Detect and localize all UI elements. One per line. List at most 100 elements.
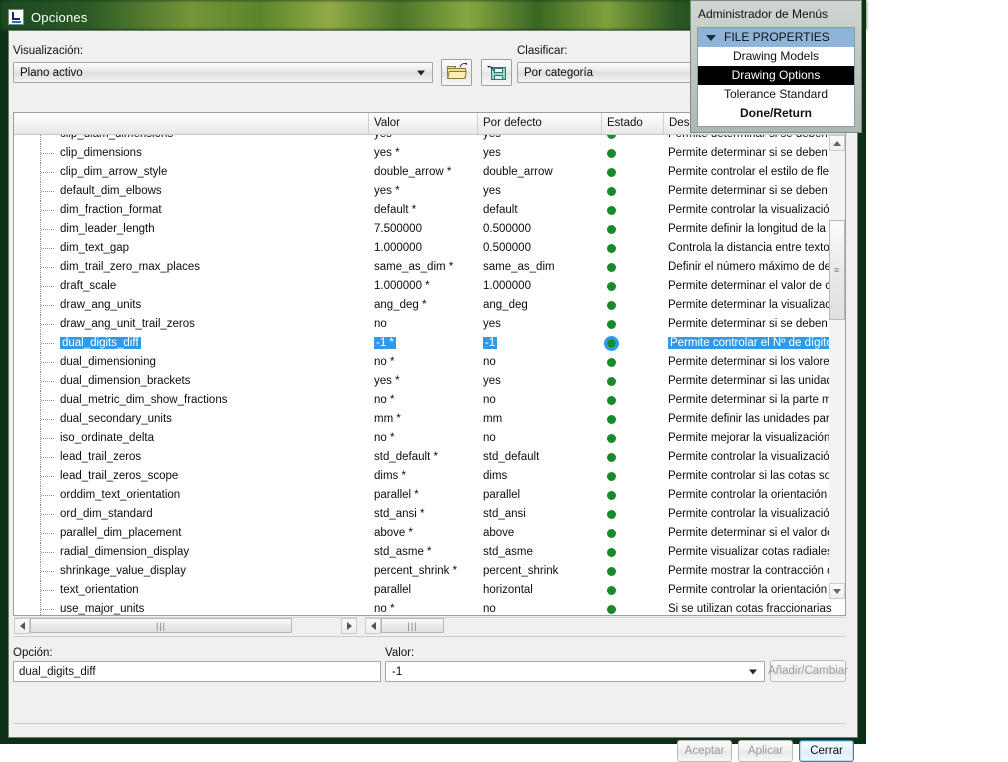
row-value[interactable]: std_asme * (369, 543, 479, 562)
row-option-name[interactable]: text_orientation (58, 581, 370, 600)
row-option-name[interactable]: shrinkage_value_display (58, 562, 370, 581)
table-row[interactable]: clip_dimensions yes * yes Permite determina… (14, 144, 845, 163)
row-value[interactable]: -1 * (369, 334, 479, 353)
table-row[interactable]: iso_ordinate_delta no * no Permite mejorar … (14, 429, 845, 448)
menu-item-tolerance-standard[interactable]: Tolerance Standard (698, 85, 854, 104)
table-row[interactable]: orddim_text_orientation parallel * paralle… (14, 486, 845, 505)
table-row[interactable]: text_orientation parallel horizontal Permit… (14, 581, 845, 600)
value-combo[interactable]: -1 (385, 661, 765, 682)
table-header-pordefecto[interactable]: Por defecto (478, 113, 602, 134)
row-option-name[interactable]: orddim_text_orientation (58, 486, 370, 505)
names-scroll-left-button[interactable] (14, 617, 30, 634)
row-option-name[interactable]: draft_scale (58, 277, 370, 296)
row-value[interactable]: no * (369, 429, 479, 448)
row-option-name[interactable]: lead_trail_zeros_scope (58, 467, 370, 486)
row-option-name[interactable]: use_major_units (58, 600, 370, 615)
table-row[interactable]: draw_ang_unit_trail_zeros no yes Permite de… (14, 315, 845, 334)
row-option-name[interactable]: dual_metric_dim_show_fractions (58, 391, 370, 410)
row-value[interactable]: yes * (369, 182, 479, 201)
row-value[interactable]: 1.000000 * (369, 277, 479, 296)
names-hscroll-thumb[interactable]: ||| (30, 618, 292, 633)
row-option-name[interactable]: dim_text_gap (58, 239, 370, 258)
row-option-name[interactable]: ord_dim_standard (58, 505, 370, 524)
table-row[interactable]: radial_dimension_display std_asme * std_as… (14, 543, 845, 562)
row-value[interactable]: mm * (369, 410, 479, 429)
table-row[interactable]: dual_digits_diff -1 * -1 Permite controlar … (14, 334, 845, 353)
menu-item-file-properties[interactable]: FILE PROPERTIES (698, 28, 854, 47)
table-row[interactable]: shrinkage_value_display percent_shrink * p… (14, 562, 845, 581)
option-input[interactable]: dual_digits_diff (13, 661, 381, 682)
menu-manager-list[interactable]: FILE PROPERTIES Drawing Models Drawing Opt… (697, 27, 855, 127)
row-value[interactable]: percent_shrink * (369, 562, 479, 581)
row-value[interactable]: std_default * (369, 448, 479, 467)
row-value[interactable]: double_arrow * (369, 163, 479, 182)
row-option-name[interactable]: dim_leader_length (58, 220, 370, 239)
ok-button[interactable]: Aceptar (677, 740, 732, 762)
row-option-name[interactable]: dim_trail_zero_max_places (58, 258, 370, 277)
table-row[interactable]: dim_text_gap 1.000000 0.500000 Controla la … (14, 239, 845, 258)
table-header-valor[interactable]: Valor (369, 113, 478, 134)
names-hscrollbar[interactable]: ||| (14, 617, 357, 634)
scroll-up-button[interactable] (829, 135, 845, 151)
row-option-name[interactable]: draw_ang_units (58, 296, 370, 315)
vscroll-thumb[interactable]: ≡ (829, 220, 845, 320)
row-value[interactable]: yes * (369, 372, 479, 391)
table-row[interactable]: draft_scale 1.000000 * 1.000000 Permite det… (14, 277, 845, 296)
row-value[interactable]: parallel * (369, 486, 479, 505)
row-option-name[interactable]: iso_ordinate_delta (58, 429, 370, 448)
table-row[interactable]: dual_dimension_brackets yes * yes Permite d… (14, 372, 845, 391)
row-option-name[interactable]: lead_trail_zeros (58, 448, 370, 467)
row-value[interactable]: default * (369, 201, 479, 220)
row-option-name[interactable]: default_dim_elbows (58, 182, 370, 201)
table-row[interactable]: clip_dim_arrow_style double_arrow * double… (14, 163, 845, 182)
table-row[interactable]: dim_trail_zero_max_places same_as_dim * sa… (14, 258, 845, 277)
row-option-name[interactable]: dual_dimension_brackets (58, 372, 370, 391)
row-value[interactable]: above * (369, 524, 479, 543)
table-row[interactable]: dual_dimensioning no * no Permite determina… (14, 353, 845, 372)
values-hscroll-thumb[interactable]: ||| (381, 618, 444, 633)
scroll-down-button[interactable] (829, 583, 845, 599)
table-vscrollbar[interactable]: ≡ (829, 135, 845, 599)
row-option-name[interactable]: draw_ang_unit_trail_zeros (58, 315, 370, 334)
row-value[interactable]: no * (369, 353, 479, 372)
save-config-button[interactable] (481, 59, 512, 86)
names-scroll-right-button[interactable] (341, 617, 357, 634)
display-combo[interactable]: Plano activo (13, 62, 433, 83)
values-scroll-left-button[interactable] (365, 617, 381, 634)
table-row[interactable]: dim_leader_length 7.500000 0.500000 Permite… (14, 220, 845, 239)
add-change-button[interactable]: Añadir/Cambiar (768, 660, 848, 682)
table-row[interactable]: lead_trail_zeros std_default * std_default… (14, 448, 845, 467)
row-value[interactable]: std_ansi * (369, 505, 479, 524)
row-value[interactable]: yes * (369, 135, 479, 144)
close-button[interactable]: Cerrar (799, 740, 854, 762)
row-value[interactable]: no (369, 315, 479, 334)
row-option-name[interactable]: clip_dimensions (58, 144, 370, 163)
row-option-name[interactable]: clip_dim_arrow_style (58, 163, 370, 182)
table-row[interactable]: lead_trail_zeros_scope dims * dims Permite … (14, 467, 845, 486)
row-value[interactable]: parallel (369, 581, 479, 600)
table-row[interactable]: default_dim_elbows yes * yes Permite determ… (14, 182, 845, 201)
table-row[interactable]: dual_secondary_units mm * mm Permite defini… (14, 410, 845, 429)
row-value[interactable]: dims * (369, 467, 479, 486)
row-option-name[interactable]: radial_dimension_display (58, 543, 370, 562)
table-header-name[interactable] (14, 113, 369, 134)
table-row[interactable]: dual_metric_dim_show_fractions no * no Perm… (14, 391, 845, 410)
row-value[interactable]: no * (369, 600, 479, 615)
row-value[interactable]: yes * (369, 144, 479, 163)
row-option-name[interactable]: dual_secondary_units (58, 410, 370, 429)
menu-item-done-return[interactable]: Done/Return (698, 104, 854, 123)
row-option-name[interactable]: dual_dimensioning (58, 353, 370, 372)
row-value[interactable]: ang_deg * (369, 296, 479, 315)
table-body[interactable]: clip_diam_dimensionsyes *yesPermite dete… (14, 135, 845, 615)
values-hscrollbar[interactable]: ||| (365, 617, 846, 634)
row-option-name[interactable]: dim_fraction_format (58, 201, 370, 220)
row-value[interactable]: 1.000000 (369, 239, 479, 258)
table-header-estado[interactable]: Estado (602, 113, 664, 134)
row-option-name[interactable]: clip_diam_dimensions (58, 135, 370, 144)
table-row[interactable]: draw_ang_units ang_deg * ang_deg Permite de… (14, 296, 845, 315)
table-row[interactable]: dim_fraction_format default * default Permi… (14, 201, 845, 220)
row-option-name[interactable]: dual_digits_diff (58, 334, 370, 353)
row-value[interactable]: same_as_dim * (369, 258, 479, 277)
apply-button[interactable]: Aplicar (738, 740, 793, 762)
open-config-button[interactable] (441, 59, 472, 86)
